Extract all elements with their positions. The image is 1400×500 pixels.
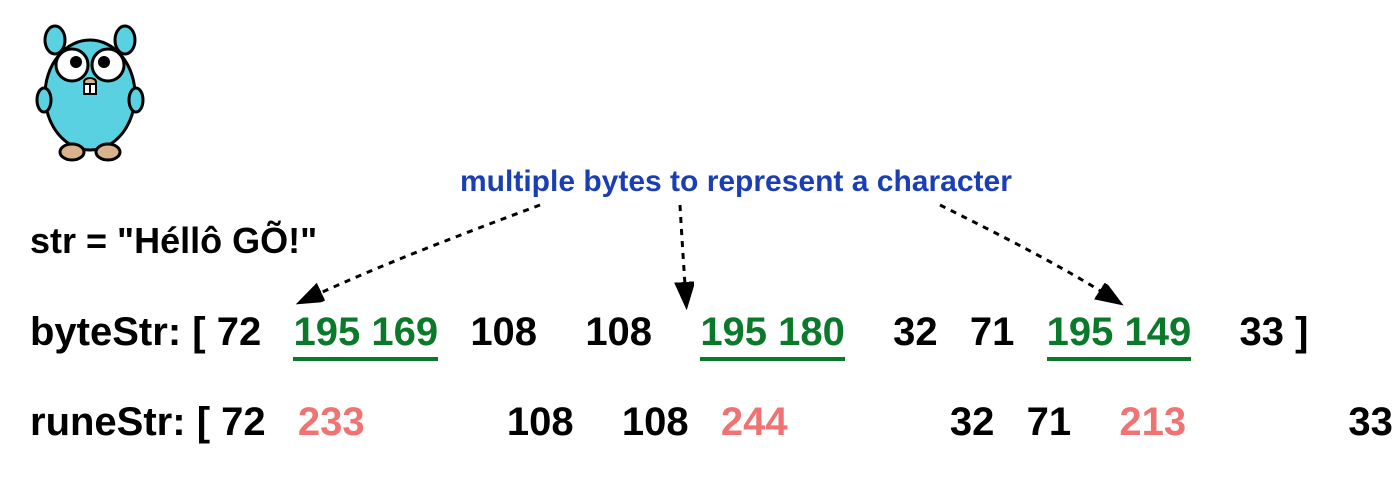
bracket-open-rune: [ xyxy=(197,400,210,445)
rune-val-108a: 108 xyxy=(507,400,574,445)
byte-group-3: 195 149 xyxy=(1047,310,1192,361)
byte-group-2: 195 180 xyxy=(700,310,845,361)
byte-val-33: 33 xyxy=(1240,310,1285,355)
byte-val-108b: 108 xyxy=(585,310,652,355)
byte-label: byteStr: xyxy=(30,310,181,355)
rune-highlight-2: 244 xyxy=(721,400,788,445)
rune-highlight-3: 213 xyxy=(1119,400,1186,445)
rune-string-row: runeStr: [ 72 233 108 108 244 32 71 213 … xyxy=(30,400,1400,445)
rune-val-33: 33 xyxy=(1348,400,1393,445)
byte-val-32: 32 xyxy=(893,310,938,355)
byte-val-72: 72 xyxy=(217,310,262,355)
bracket-open: [ xyxy=(192,310,205,355)
rune-val-71: 71 xyxy=(1027,400,1072,445)
string-declaration: str = "Héllô GÕ!" xyxy=(30,220,317,262)
annotation-text: multiple bytes to represent a character xyxy=(460,165,1012,199)
rune-val-32: 32 xyxy=(950,400,995,445)
arrow-2 xyxy=(640,200,720,310)
byte-string-row: byteStr: [ 72 195 169 108 108 195 180 32… xyxy=(30,310,1308,361)
rune-val-72: 72 xyxy=(221,400,266,445)
go-gopher-mascot xyxy=(30,10,150,170)
rune-label: runeStr: xyxy=(30,400,186,445)
byte-val-108a: 108 xyxy=(470,310,537,355)
byte-group-1: 195 169 xyxy=(293,310,438,361)
rune-val-108b: 108 xyxy=(622,400,689,445)
bracket-close: ] xyxy=(1295,310,1308,355)
byte-val-71: 71 xyxy=(970,310,1015,355)
arrow-1 xyxy=(280,195,560,315)
arrow-3 xyxy=(920,195,1140,315)
rune-highlight-1: 233 xyxy=(298,400,365,445)
